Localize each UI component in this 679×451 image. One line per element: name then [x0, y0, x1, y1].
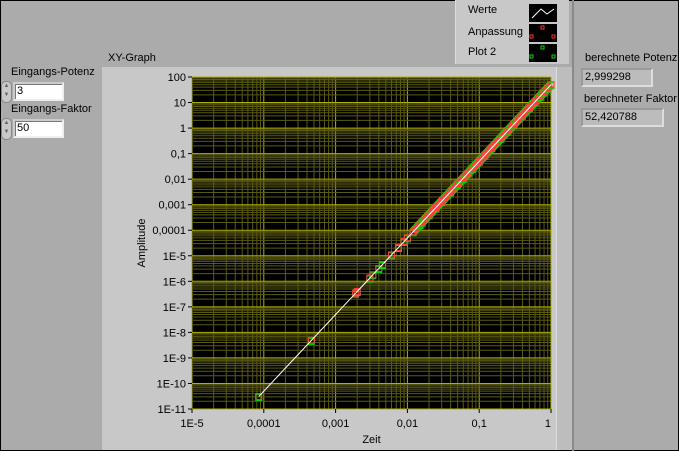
y-tick-label: 0,0001 — [152, 225, 186, 237]
calc-power-value: 2,999298 — [581, 68, 653, 87]
y-tick-label: 1E-11 — [157, 404, 186, 416]
y-tick-label: 1E-9 — [163, 353, 186, 365]
x-tick-label: 0,01 — [397, 418, 418, 430]
x-tick-label: 1 — [545, 418, 551, 430]
x-axis-label: Zeit — [362, 434, 380, 446]
xy-graph-plot: 1E-5 0,0001 0,001 0,01 0,1 1 1E-11 1E-10 1E-9 1E-… — [136, 72, 555, 446]
x-tick-label: 0,1 — [472, 418, 487, 430]
y-tick-label: 10 — [174, 98, 186, 110]
y-tick-label: 0,001 — [158, 200, 186, 212]
x-tick-label: 0,001 — [322, 418, 350, 430]
y-tick-label: 1E-7 — [163, 302, 186, 314]
calc-power-label: berechnete Potenz — [585, 52, 678, 64]
y-tick-label: 1E-6 — [163, 276, 186, 288]
calc-factor-value: 52,420788 — [581, 108, 664, 127]
y-tick-label: 1E-5 — [163, 251, 186, 263]
y-tick-label: 1E-10 — [157, 378, 186, 390]
y-tick-label: 1 — [180, 123, 186, 135]
x-tick-label: 0,0001 — [247, 418, 281, 430]
y-tick-label: 100 — [168, 72, 186, 84]
calc-factor-label: berechneter Faktor — [584, 93, 677, 105]
panel-divider — [572, 0, 574, 451]
y-axis-label: Amplitude — [136, 219, 148, 268]
x-tick-label: 1E-5 — [180, 418, 203, 430]
y-tick-label: 0,1 — [171, 149, 186, 161]
y-tick-label: 0,01 — [165, 174, 186, 186]
y-tick-label: 1E-8 — [163, 327, 186, 339]
